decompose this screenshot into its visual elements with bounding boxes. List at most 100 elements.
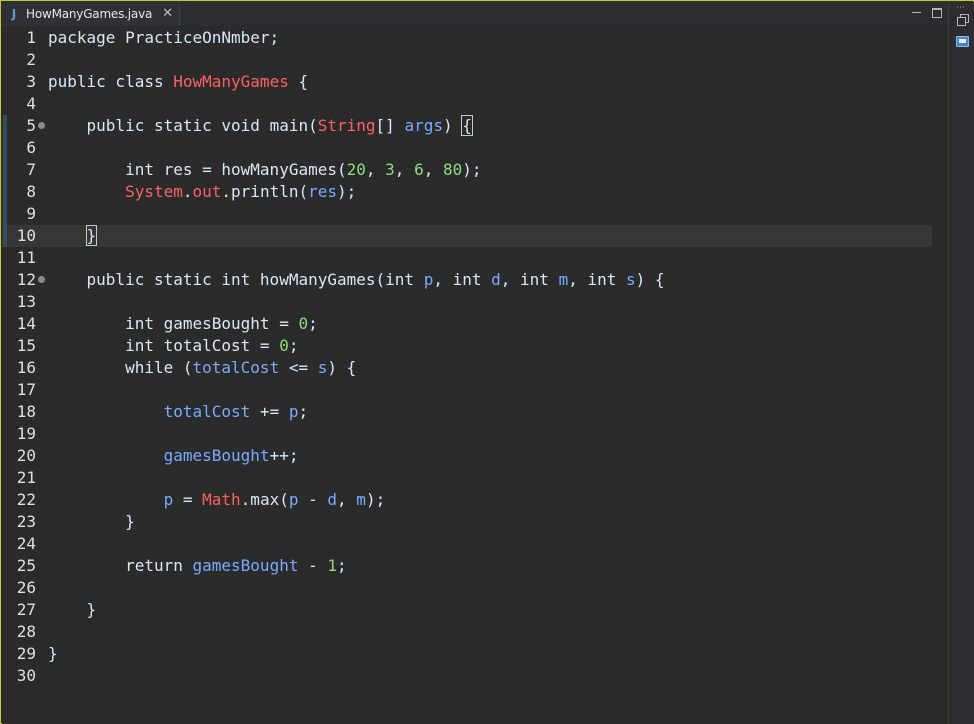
minimize-icon[interactable] bbox=[911, 7, 922, 19]
line-number: 18 bbox=[16, 402, 36, 421]
code-line[interactable]: 29} bbox=[2, 643, 932, 665]
code-token: .max( bbox=[240, 490, 289, 509]
fold-toggle-icon[interactable] bbox=[38, 122, 45, 129]
code-line[interactable]: 19 bbox=[2, 423, 932, 445]
line-number: 23 bbox=[16, 512, 36, 531]
code-token: } bbox=[48, 512, 135, 531]
code-line[interactable]: 13 bbox=[2, 291, 932, 313]
code-token: public class bbox=[48, 72, 174, 91]
code-token: ; bbox=[337, 556, 347, 575]
code-line[interactable]: 30 bbox=[2, 665, 932, 687]
code-token: int bbox=[452, 270, 492, 289]
code-token: return bbox=[125, 556, 193, 575]
code-line[interactable]: 6 bbox=[2, 137, 932, 159]
code-token: gamesBought bbox=[163, 446, 270, 465]
line-number: 5 bbox=[26, 116, 36, 135]
code-token: , bbox=[337, 490, 357, 509]
code-token: .println( bbox=[221, 182, 309, 201]
code-token: totalCost bbox=[163, 402, 251, 421]
code-text: } bbox=[48, 643, 58, 665]
code-line[interactable]: 12 public static int howManyGames(int p,… bbox=[2, 269, 932, 291]
code-line[interactable]: 28 bbox=[2, 621, 932, 643]
code-token: int bbox=[125, 160, 164, 179]
code-line[interactable]: 22 p = Math.max(p - d, m); bbox=[2, 489, 932, 511]
close-icon[interactable]: ✕ bbox=[162, 7, 173, 20]
restore-icon[interactable] bbox=[957, 14, 969, 26]
code-token: d bbox=[491, 270, 501, 289]
code-line[interactable]: 14 int gamesBought = 0; bbox=[2, 313, 932, 335]
code-token: ; bbox=[308, 314, 318, 333]
code-line[interactable]: 25 return gamesBought - 1; bbox=[2, 555, 932, 577]
code-token: 0 bbox=[279, 336, 289, 355]
line-number: 15 bbox=[16, 336, 36, 355]
tab-title: HowManyGames.java bbox=[26, 7, 153, 21]
code-line[interactable]: 3 public class HowManyGames { bbox=[2, 71, 932, 93]
line-number: 24 bbox=[16, 534, 36, 553]
code-token: = bbox=[173, 490, 203, 509]
code-line[interactable]: 21 bbox=[2, 467, 932, 489]
line-number: 12 bbox=[16, 270, 36, 289]
code-text: p = Math.max(p - d, m); bbox=[48, 489, 386, 511]
code-line[interactable]: 7 int res = howManyGames(20, 3, 6, 80); bbox=[2, 159, 932, 181]
code-text: public class HowManyGames { bbox=[48, 71, 308, 93]
code-text: } bbox=[48, 599, 97, 621]
code-token: main( bbox=[269, 116, 318, 135]
code-text: int res = howManyGames(20, 3, 6, 80); bbox=[48, 159, 481, 181]
code-line[interactable]: 5 public static void main(String[] args)… bbox=[2, 115, 932, 137]
line-number: 25 bbox=[16, 556, 36, 575]
code-token: res = howManyGames( bbox=[163, 160, 347, 179]
code-token: String bbox=[317, 116, 376, 135]
ide-window: J HowManyGames.java ✕ ⋯ 1 package Practic… bbox=[0, 0, 974, 724]
code-line[interactable]: 23 } bbox=[2, 511, 932, 533]
code-line[interactable]: 11 bbox=[2, 247, 932, 269]
code-line[interactable]: 10 } bbox=[2, 225, 932, 247]
code-line[interactable]: 1 package PracticeOnNmber; bbox=[2, 27, 932, 49]
code-token: PracticeOnNmber; bbox=[125, 28, 280, 47]
code-line[interactable]: 24 bbox=[2, 533, 932, 555]
code-line[interactable]: 17 bbox=[2, 379, 932, 401]
code-token: ) { bbox=[635, 270, 665, 289]
code-line[interactable]: 16 while (totalCost <= s) { bbox=[2, 357, 932, 379]
code-token: 1 bbox=[327, 556, 338, 575]
line-number: 14 bbox=[16, 314, 36, 333]
code-token: 80 bbox=[442, 160, 463, 179]
line-number: 20 bbox=[16, 446, 36, 465]
fold-toggle-icon[interactable] bbox=[38, 276, 45, 283]
code-line[interactable]: 2 bbox=[2, 49, 932, 71]
code-token: while bbox=[125, 358, 183, 377]
code-token: Math bbox=[202, 490, 241, 509]
more-icon[interactable]: ⋯ bbox=[956, 4, 966, 13]
code-editor[interactable]: 1 package PracticeOnNmber; 2 3 public class … bbox=[2, 26, 948, 724]
code-line[interactable]: 18 totalCost += p; bbox=[2, 401, 932, 423]
line-number: 2 bbox=[26, 50, 36, 69]
code-line[interactable]: 4 bbox=[2, 93, 932, 115]
line-number: 17 bbox=[16, 380, 36, 399]
code-line[interactable]: 8 System.out.println(res); bbox=[2, 181, 932, 203]
code-line[interactable]: 20 gamesBought++; bbox=[2, 445, 932, 467]
code-line[interactable]: 9 bbox=[2, 203, 932, 225]
code-token: out bbox=[192, 182, 222, 201]
code-token: , bbox=[423, 160, 443, 179]
code-line[interactable]: 26 bbox=[2, 577, 932, 599]
line-number: 13 bbox=[16, 292, 36, 311]
line-number: 9 bbox=[26, 204, 36, 223]
code-text: totalCost += p; bbox=[48, 401, 309, 423]
line-number: 8 bbox=[26, 182, 36, 201]
line-number: 26 bbox=[16, 578, 36, 597]
code-text: public static void main(String[] args) { bbox=[48, 115, 473, 137]
code-line[interactable]: 27 } bbox=[2, 599, 932, 621]
code-line[interactable]: 15 int totalCost = 0; bbox=[2, 335, 932, 357]
maximize-icon[interactable] bbox=[932, 8, 942, 18]
console-view-icon[interactable] bbox=[956, 36, 969, 47]
code-token: 20 bbox=[346, 160, 366, 179]
code-token: ; bbox=[288, 336, 299, 355]
code-token: s bbox=[317, 358, 328, 377]
line-number: 3 bbox=[26, 72, 36, 91]
code-token: int bbox=[125, 336, 164, 355]
tab-howmanygames-java[interactable]: J HowManyGames.java ✕ bbox=[2, 2, 181, 26]
line-number: 16 bbox=[16, 358, 36, 377]
